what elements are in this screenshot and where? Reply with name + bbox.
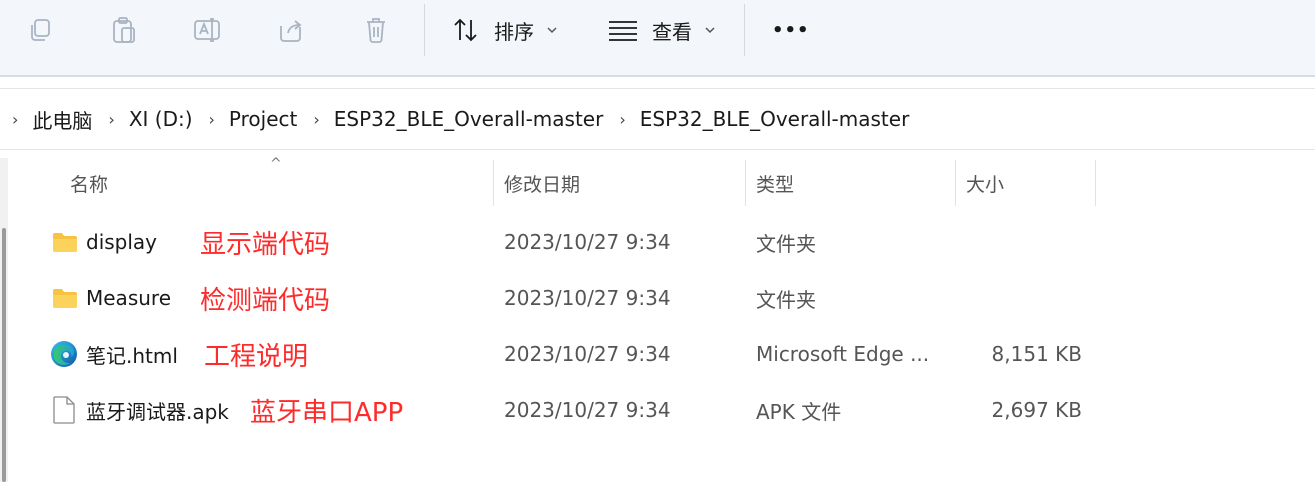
file-modified: 2023/10/27 9:34 bbox=[504, 342, 671, 366]
chevron-right-icon[interactable]: › bbox=[619, 110, 625, 129]
file-icon bbox=[53, 396, 75, 424]
paste-icon bbox=[113, 17, 135, 43]
chevron-down-icon bbox=[705, 27, 715, 34]
column-divider[interactable] bbox=[745, 160, 746, 206]
annotation-label: 检测端代码 bbox=[200, 285, 331, 316]
breadcrumb-this-pc[interactable]: 此电脑 bbox=[32, 105, 92, 134]
annotation-label: 工程说明 bbox=[204, 341, 309, 372]
column-header: ^ 名称 修改日期 类型 大小 bbox=[0, 156, 1315, 206]
file-modified: 2023/10/27 9:34 bbox=[504, 286, 671, 310]
file-name: 蓝牙调试器.apk bbox=[86, 399, 229, 424]
more-options-button[interactable]: ••• bbox=[772, 12, 810, 48]
delete-button[interactable] bbox=[356, 10, 396, 50]
file-name: Measure bbox=[86, 286, 171, 310]
column-modified[interactable]: 修改日期 bbox=[504, 160, 580, 206]
file-type: Microsoft Edge ... bbox=[756, 342, 930, 366]
breadcrumb-folder[interactable]: ESP32_BLE_Overall-master bbox=[334, 107, 604, 131]
more-icon: ••• bbox=[772, 19, 810, 41]
copy-button[interactable] bbox=[20, 10, 60, 50]
file-size bbox=[966, 270, 1082, 326]
view-dropdown[interactable]: 查看 bbox=[608, 12, 716, 48]
breadcrumb-project[interactable]: Project bbox=[229, 107, 297, 131]
chevron-right-icon[interactable]: › bbox=[12, 110, 18, 129]
annotation-label: 显示端代码 bbox=[200, 229, 331, 260]
chevron-right-icon[interactable]: › bbox=[209, 110, 215, 129]
copy-icon bbox=[31, 19, 50, 41]
file-row-display[interactable]: display 显示端代码 2023/10/27 9:34 文件夹 bbox=[0, 214, 1315, 270]
chevron-right-icon[interactable]: › bbox=[108, 110, 114, 129]
file-type: 文件夹 bbox=[756, 287, 816, 312]
breadcrumb: › 此电脑 › XI (D:) › Project › ESP32_BLE_Ov… bbox=[12, 89, 925, 149]
toolbar-separator bbox=[424, 4, 425, 56]
column-name[interactable]: 名称 bbox=[70, 160, 108, 206]
rename-icon bbox=[194, 18, 220, 42]
sort-label: 排序 bbox=[494, 19, 534, 44]
folder-icon bbox=[53, 289, 77, 308]
chevron-right-icon[interactable]: › bbox=[313, 110, 319, 129]
file-name: 笔记.html bbox=[86, 343, 178, 368]
breadcrumb-drive[interactable]: XI (D:) bbox=[129, 107, 193, 131]
edge-icon bbox=[51, 341, 77, 367]
file-size bbox=[966, 214, 1082, 270]
file-row-measure[interactable]: Measure 检测端代码 2023/10/27 9:34 文件夹 bbox=[0, 270, 1315, 326]
column-divider[interactable] bbox=[955, 160, 956, 206]
trash-icon bbox=[367, 18, 385, 43]
column-divider[interactable] bbox=[493, 160, 494, 206]
file-row-notes-html[interactable]: 笔记.html 工程说明 2023/10/27 9:34 Microsoft E… bbox=[0, 326, 1315, 382]
file-type: APK 文件 bbox=[756, 399, 842, 424]
folder-icon bbox=[53, 233, 77, 252]
breadcrumb-current-folder[interactable]: ESP32_BLE_Overall-master bbox=[640, 107, 910, 131]
view-icon bbox=[609, 21, 637, 41]
share-icon bbox=[280, 20, 302, 42]
file-modified: 2023/10/27 9:34 bbox=[504, 398, 671, 422]
file-row-apk[interactable]: 蓝牙调试器.apk 蓝牙串口APP 2023/10/27 9:34 APK 文件… bbox=[0, 382, 1315, 438]
column-type[interactable]: 类型 bbox=[756, 160, 794, 206]
paste-button[interactable] bbox=[104, 10, 144, 50]
file-name: display bbox=[86, 230, 158, 254]
share-button[interactable] bbox=[272, 10, 312, 50]
file-modified: 2023/10/27 9:34 bbox=[504, 230, 671, 254]
annotation-label: 蓝牙串口APP bbox=[250, 397, 404, 428]
column-divider[interactable] bbox=[1095, 160, 1096, 206]
sort-ascending-icon: ^ bbox=[270, 156, 282, 172]
toolbar-separator bbox=[744, 4, 745, 56]
file-type: 文件夹 bbox=[756, 231, 816, 256]
file-size: 2,697 KB bbox=[991, 398, 1082, 422]
chevron-down-icon bbox=[547, 27, 557, 34]
sort-dropdown[interactable]: 排序 bbox=[452, 12, 558, 48]
view-label: 查看 bbox=[652, 19, 692, 44]
address-bar[interactable]: › 此电脑 › XI (D:) › Project › ESP32_BLE_Ov… bbox=[0, 88, 1315, 150]
column-size[interactable]: 大小 bbox=[966, 160, 1004, 206]
file-size: 8,151 KB bbox=[991, 342, 1082, 366]
sort-icon bbox=[454, 18, 477, 42]
command-bar: 排序 查看 ••• bbox=[0, 0, 1315, 77]
rename-button[interactable] bbox=[188, 10, 228, 50]
